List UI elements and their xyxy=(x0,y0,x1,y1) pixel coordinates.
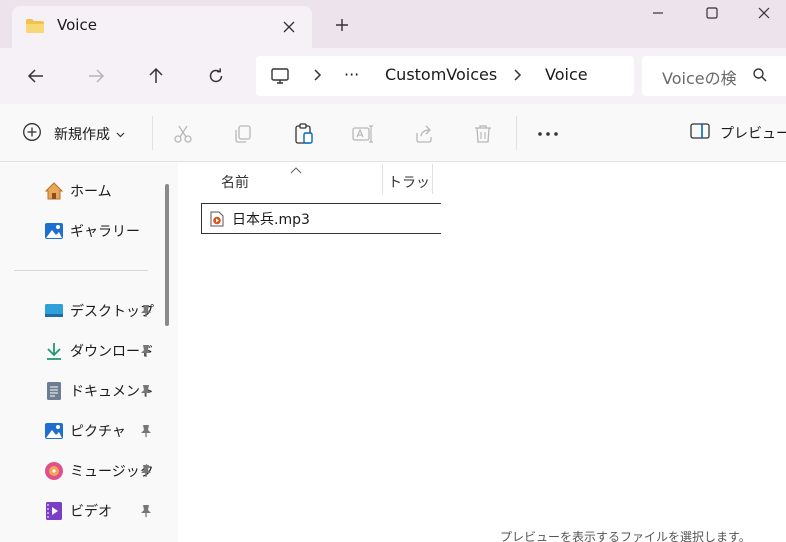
preview-pane-button[interactable]: プレビュー xyxy=(690,123,786,143)
command-bar: 新規作成 プレビュー xyxy=(0,104,786,162)
breadcrumb-chevron-icon[interactable] xyxy=(312,68,322,86)
column-header-type[interactable]: トラック xyxy=(388,172,428,192)
refresh-icon[interactable] xyxy=(200,60,232,92)
preview-pane-icon xyxy=(690,123,710,143)
title-bar: Voice xyxy=(0,0,786,48)
file-name: 日本兵.mp3 xyxy=(232,211,310,228)
computer-monitor-icon[interactable] xyxy=(270,66,290,90)
new-tab-plus-icon[interactable] xyxy=(328,11,356,39)
search-input-placeholder[interactable]: Voiceの検 xyxy=(662,65,740,89)
pin-icon[interactable] xyxy=(138,343,154,359)
window-close-icon[interactable] xyxy=(738,0,786,26)
breadcrumb-overflow[interactable]: ··· xyxy=(344,65,359,84)
file-list: 名前 トラック 日本兵.mp3 プレビューを表示するファイルを選択します。 xyxy=(178,162,786,542)
rename-icon[interactable] xyxy=(350,121,376,147)
sidebar-item-videos[interactable]: ビデオ xyxy=(44,498,112,524)
breadcrumb-chevron-icon[interactable] xyxy=(512,68,522,86)
forward-arrow-icon[interactable] xyxy=(80,60,112,92)
preview-button-label: プレビュー xyxy=(720,126,786,142)
new-button[interactable]: 新規作成 xyxy=(22,123,125,145)
sidebar-item-label: ギャラリー xyxy=(70,224,140,240)
documents-icon xyxy=(44,381,64,401)
toolbar-divider xyxy=(152,116,153,150)
breadcrumb-voice[interactable]: Voice xyxy=(545,65,588,84)
music-icon xyxy=(44,461,64,481)
download-icon xyxy=(44,341,64,361)
column-separator[interactable] xyxy=(382,164,383,194)
up-arrow-icon[interactable] xyxy=(140,60,172,92)
address-bar[interactable]: ··· CustomVoices Voice xyxy=(256,56,634,96)
navigation-pane: ホーム ギャラリー デスクトップ ダウンロード ドキュメント ピクチャ ミュージ… xyxy=(0,162,178,542)
share-icon[interactable] xyxy=(411,121,437,147)
more-options-icon[interactable] xyxy=(535,121,561,147)
copy-icon[interactable] xyxy=(230,121,256,147)
column-header-name[interactable]: 名前 xyxy=(221,172,249,192)
sidebar-scrollbar[interactable] xyxy=(165,184,169,326)
desktop-icon xyxy=(44,301,64,321)
toolbar-divider xyxy=(516,116,517,150)
new-button-label: 新規作成 xyxy=(54,127,110,143)
delete-trash-icon[interactable] xyxy=(470,121,496,147)
sidebar-divider xyxy=(14,270,148,271)
tab-title: Voice xyxy=(57,16,97,34)
tab-voice[interactable]: Voice xyxy=(12,6,312,48)
tab-close-icon[interactable] xyxy=(276,14,302,40)
gallery-icon xyxy=(44,221,64,241)
search-icon[interactable] xyxy=(752,67,768,87)
audio-file-icon xyxy=(210,211,224,227)
search-box[interactable]: Voiceの検 xyxy=(642,56,786,96)
pin-icon[interactable] xyxy=(138,423,154,439)
chevron-down-icon xyxy=(116,126,125,142)
videos-icon xyxy=(44,501,64,521)
pin-icon[interactable] xyxy=(138,463,154,479)
pin-icon[interactable] xyxy=(138,383,154,399)
pin-icon[interactable] xyxy=(138,503,154,519)
sidebar-item-home[interactable]: ホーム xyxy=(44,178,112,204)
paste-clipboard-icon[interactable] xyxy=(291,121,317,147)
preview-pane-message: プレビューを表示するファイルを選択します。 xyxy=(500,530,751,542)
add-circle-icon xyxy=(22,122,42,146)
navigation-bar: ··· CustomVoices Voice Voiceの検 xyxy=(0,48,786,104)
sidebar-item-label: ピクチャ xyxy=(70,424,126,440)
minimize-icon[interactable] xyxy=(632,0,684,26)
back-arrow-icon[interactable] xyxy=(20,60,52,92)
pin-icon[interactable] xyxy=(138,303,154,319)
column-separator[interactable] xyxy=(432,164,433,194)
sidebar-item-gallery[interactable]: ギャラリー xyxy=(44,218,140,244)
folder-icon xyxy=(25,18,45,38)
sidebar-item-pictures[interactable]: ピクチャ xyxy=(44,418,126,444)
pictures-icon xyxy=(44,421,64,441)
file-row[interactable]: 日本兵.mp3 xyxy=(201,203,441,234)
cut-scissors-icon[interactable] xyxy=(170,121,196,147)
maximize-icon[interactable] xyxy=(686,0,738,26)
sidebar-item-label: ホーム xyxy=(70,184,112,200)
home-icon xyxy=(44,181,64,201)
sidebar-item-label: ビデオ xyxy=(70,504,112,520)
sort-ascending-icon xyxy=(290,162,302,178)
breadcrumb-customvoices[interactable]: CustomVoices xyxy=(385,65,497,84)
